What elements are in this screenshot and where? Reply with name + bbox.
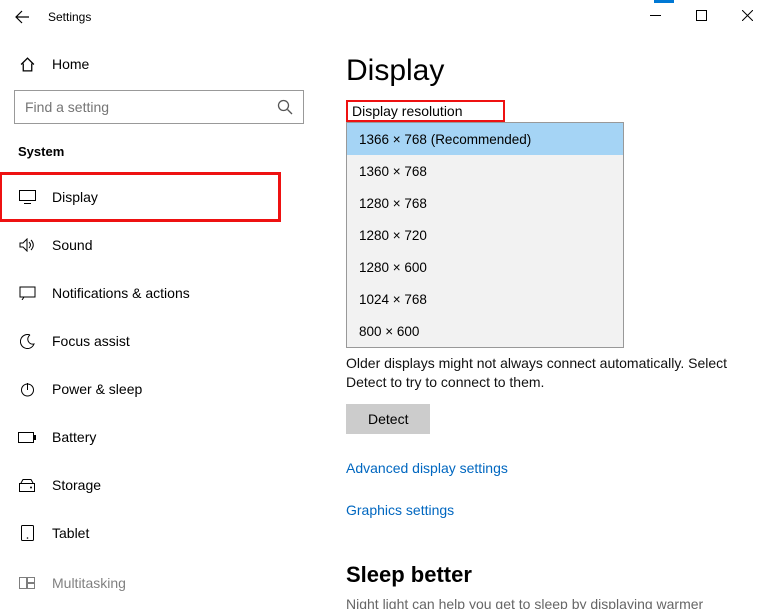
sidebar-item-label: Tablet [52,525,89,541]
sidebar-item-label: Notifications & actions [52,285,190,301]
home-nav-item[interactable]: Home [0,44,318,84]
sound-icon [18,238,36,252]
power-icon [18,382,36,397]
sidebar-item-storage[interactable]: Storage [0,461,318,509]
sidebar-item-label: Battery [52,429,96,445]
resolution-option[interactable]: 1366 × 768 (Recommended) [347,123,623,155]
search-box[interactable] [14,90,304,124]
main-panel: Display Display resolution 1366 × 768 (R… [318,34,770,609]
sidebar: Home System Display Sound Notifications … [0,34,318,609]
sidebar-item-focus-assist[interactable]: Focus assist [0,317,318,365]
moon-icon [18,334,36,349]
close-button[interactable] [724,0,770,30]
sidebar-item-tablet[interactable]: Tablet [0,509,318,557]
search-icon [277,99,293,115]
sidebar-item-label: Focus assist [52,333,130,349]
sidebar-item-label: Storage [52,477,101,493]
multitasking-icon [18,577,36,589]
tablet-icon [18,525,36,541]
resolution-option[interactable]: 1280 × 768 [347,187,623,219]
minimize-button[interactable] [632,0,678,30]
monitor-icon [18,190,36,204]
maximize-icon [696,10,707,21]
minimize-icon [650,10,661,21]
arrow-left-icon [14,9,30,25]
resolution-option[interactable]: 800 × 600 [347,315,623,347]
window-title: Settings [48,10,91,24]
back-button[interactable] [0,0,44,34]
resolution-dropdown[interactable]: 1366 × 768 (Recommended) 1360 × 768 1280… [346,122,624,348]
page-title: Display [346,54,752,88]
title-bar: Settings [0,0,770,34]
close-icon [742,10,753,21]
advanced-display-settings-link[interactable]: Advanced display settings [346,460,752,476]
sidebar-item-battery[interactable]: Battery [0,413,318,461]
sidebar-item-notifications[interactable]: Notifications & actions [0,269,318,317]
sleep-better-heading: Sleep better [346,562,752,588]
resolution-option[interactable]: 1360 × 768 [347,155,623,187]
battery-icon [18,432,36,443]
sidebar-item-multitasking[interactable]: Multitasking [0,559,318,607]
sidebar-item-label: Multitasking [52,575,126,591]
storage-icon [18,479,36,492]
sidebar-item-label: Display [52,189,98,205]
graphics-settings-link[interactable]: Graphics settings [346,502,752,518]
display-resolution-label: Display resolution [346,100,505,122]
sidebar-item-sound[interactable]: Sound [0,221,318,269]
detect-description: Older displays might not always connect … [346,354,752,392]
resolution-option[interactable]: 1280 × 600 [347,251,623,283]
sidebar-item-label: Sound [52,237,92,253]
sidebar-item-power-sleep[interactable]: Power & sleep [0,365,318,413]
sidebar-item-label: Power & sleep [52,381,142,397]
resolution-option[interactable]: 1024 × 768 [347,283,623,315]
home-icon [18,56,36,73]
notifications-icon [18,286,36,300]
resolution-option[interactable]: 1280 × 720 [347,219,623,251]
home-label: Home [52,56,89,72]
search-input[interactable] [25,99,277,115]
maximize-button[interactable] [678,0,724,30]
sleep-better-description: Night light can help you get to sleep by… [346,596,752,609]
section-title: System [0,138,318,173]
sidebar-item-display[interactable]: Display [0,173,280,221]
detect-button[interactable]: Detect [346,404,430,434]
